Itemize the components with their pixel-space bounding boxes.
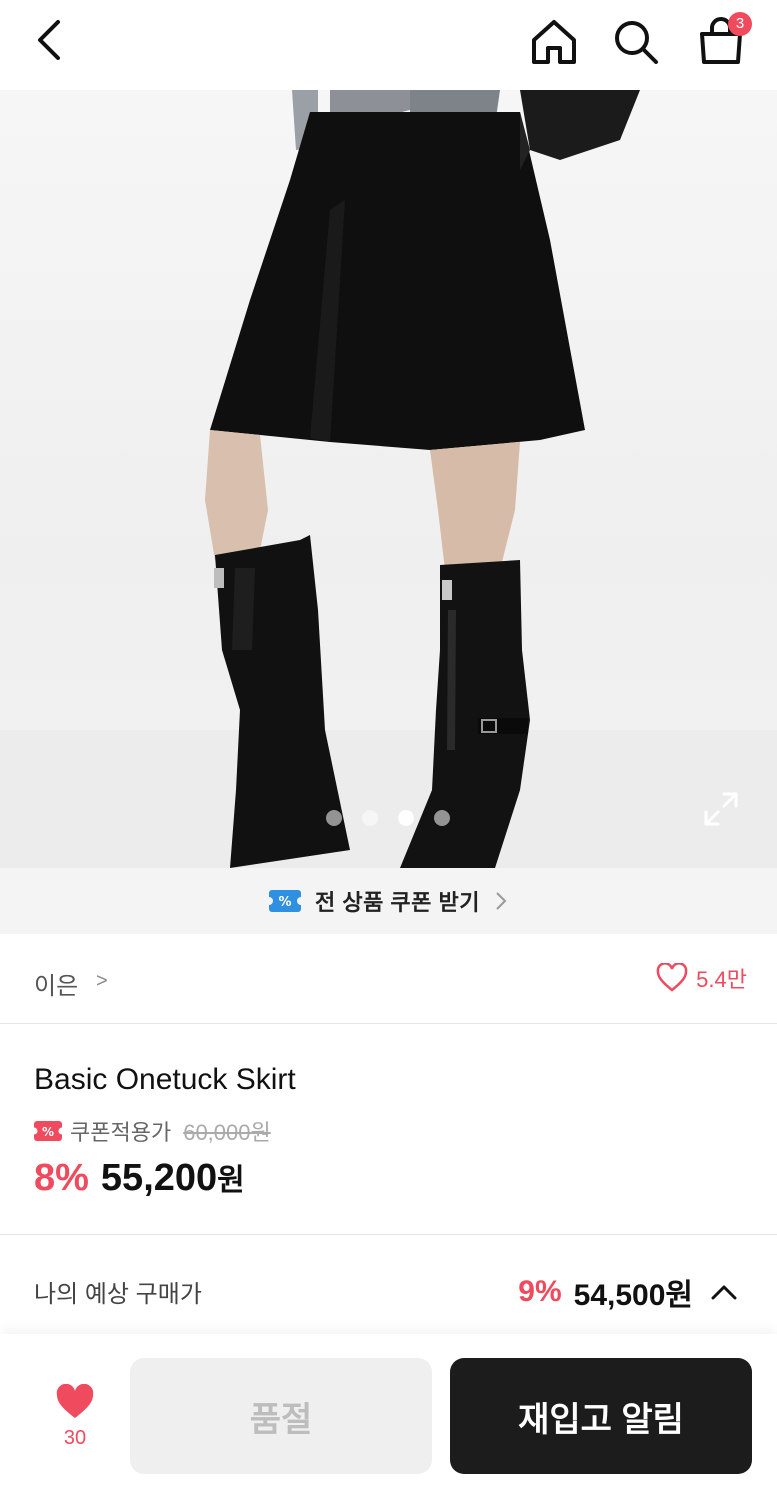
- brand-name-link[interactable]: 이은: [34, 966, 78, 1001]
- discount-rate: 8%: [34, 1157, 89, 1199]
- gallery-dot-active[interactable]: [398, 810, 414, 826]
- original-price: 60,000원: [183, 1120, 271, 1145]
- sold-out-button[interactable]: 품절: [130, 1358, 432, 1474]
- all-product-coupon-banner[interactable]: % 전 상품 쿠폰 받기: [0, 868, 777, 934]
- coupon-ticket-icon: %: [34, 1121, 62, 1141]
- product-photo: [0, 90, 777, 868]
- sale-price: 55,200: [100, 1157, 218, 1199]
- chevron-up-icon[interactable]: [711, 1284, 737, 1300]
- product-title: Basic Onetuck Skirt: [34, 1063, 296, 1096]
- expected-price: 54,500원: [573, 1279, 693, 1312]
- product-image-gallery[interactable]: [0, 90, 777, 868]
- cart-button[interactable]: 3: [692, 12, 752, 70]
- chevron-right-icon: [496, 892, 507, 910]
- expected-price-label: 나의 예상 구매가: [34, 1281, 202, 1308]
- cart-count-badge: 3: [728, 12, 752, 36]
- restock-alert-button[interactable]: 재입고 알림: [450, 1358, 752, 1474]
- bottom-action-bar: 30 품절 재입고 알림: [0, 1334, 777, 1500]
- top-navigation-bar: 3: [0, 0, 777, 90]
- home-icon[interactable]: [528, 16, 580, 68]
- search-icon[interactable]: [610, 16, 662, 68]
- wishlist-count: 30: [63, 1427, 87, 1449]
- gallery-dot[interactable]: [434, 810, 450, 826]
- brand-like-button[interactable]: 5.4만: [656, 962, 747, 994]
- svg-text:%: %: [278, 895, 291, 910]
- expected-discount-rate: 9%: [518, 1275, 562, 1308]
- currency-unit: 원: [217, 1164, 245, 1197]
- gallery-pagination: [326, 810, 450, 826]
- back-arrow-icon[interactable]: [28, 18, 72, 62]
- svg-text:%: %: [42, 1125, 54, 1139]
- heart-filled-icon: [56, 1383, 94, 1418]
- coupon-banner-label: 전 상품 쿠폰 받기: [314, 890, 481, 915]
- brand-row: 이은 > 5.4만: [0, 934, 777, 1024]
- coupon-price-line: % 쿠폰적용가 60,000원: [34, 1115, 271, 1147]
- coupon-ticket-icon: %: [268, 890, 301, 912]
- expected-price-row[interactable]: 나의 예상 구매가 9% 54,500원: [0, 1236, 777, 1334]
- brand-chevron: >: [96, 970, 108, 992]
- expand-fullscreen-icon[interactable]: [702, 790, 740, 828]
- expected-price-value: 9% 54,500원: [518, 1270, 737, 1314]
- product-info-section: Basic Onetuck Skirt % 쿠폰적용가 60,000원 8% 5…: [0, 1025, 777, 1235]
- brand-like-count: 5.4만: [696, 967, 747, 992]
- coupon-applied-label: 쿠폰적용가: [70, 1120, 172, 1145]
- gallery-dot[interactable]: [326, 810, 342, 826]
- heart-outline-icon: [656, 963, 688, 992]
- wishlist-button[interactable]: 30: [48, 1383, 102, 1450]
- sale-price-line: 8% 55,200 원: [34, 1155, 245, 1200]
- gallery-dot[interactable]: [362, 810, 378, 826]
